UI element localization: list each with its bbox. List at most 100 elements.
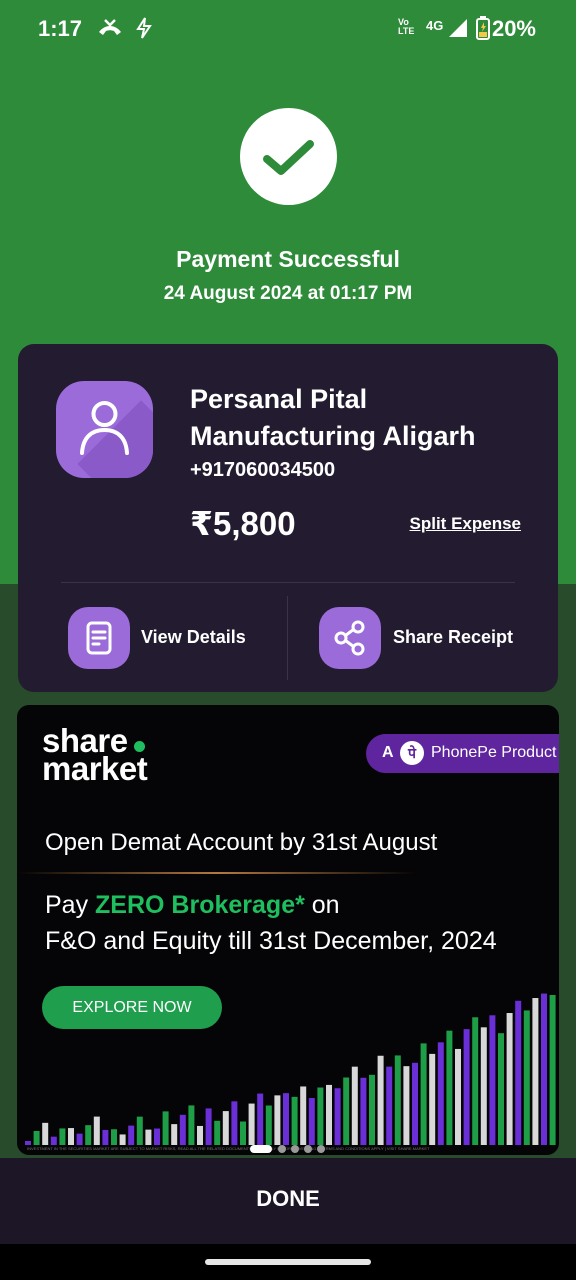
decorative-bar [317, 1087, 324, 1145]
explore-now-button[interactable]: EXPLORE NOW [42, 986, 222, 1029]
checkmark-icon [263, 140, 314, 175]
missed-call-icon [99, 19, 121, 35]
decorative-bar [420, 1043, 427, 1145]
decorative-bar [394, 1055, 401, 1145]
promo-banner[interactable]: share market A पे PhonePe Product Open D… [17, 705, 559, 1155]
decorative-bar [214, 1120, 221, 1145]
disclaimer-text: INVESTMENT IN THE SECURITIES MARKET ARE … [27, 1146, 430, 1151]
decorative-bar [274, 1095, 281, 1145]
share-receipt-button[interactable] [319, 607, 381, 669]
decorative-bar [119, 1134, 126, 1145]
success-check-badge [240, 108, 337, 205]
decorative-bar [222, 1111, 229, 1145]
decorative-bar [59, 1128, 66, 1145]
decorative-bar [265, 1105, 272, 1145]
decorative-bar [498, 1033, 504, 1145]
promo-offer-detail: F&O and Equity till 31st December, 2024 [45, 927, 497, 955]
share-market-logo: share market [42, 722, 148, 787]
phonepe-product-badge: A पे PhonePe Product [366, 734, 559, 773]
card-divider [61, 582, 515, 583]
view-details-label[interactable]: View Details [141, 627, 246, 648]
decorative-bar [68, 1128, 74, 1145]
decorative-bar [472, 1017, 479, 1145]
carousel-dot[interactable] [278, 1145, 286, 1153]
decorative-bar [33, 1130, 40, 1145]
decorative-bar [154, 1128, 160, 1145]
network-type: 4G [426, 18, 444, 33]
done-button[interactable]: DONE [0, 1186, 576, 1212]
decorative-bar [42, 1122, 49, 1145]
home-handle[interactable] [205, 1259, 371, 1265]
view-details-button[interactable] [68, 607, 130, 669]
badge-text: PhonePe Product [431, 744, 557, 761]
volte-indicator: Vo LTE [398, 17, 415, 36]
battery-icon [476, 16, 490, 40]
decorative-bar [257, 1093, 264, 1145]
decorative-bar [386, 1066, 393, 1145]
decorative-bar [136, 1116, 143, 1145]
decorative-bar [171, 1124, 178, 1145]
decorative-bar [515, 1000, 522, 1145]
decorative-bar [446, 1030, 453, 1145]
phonepe-logo-icon: पे [400, 741, 424, 765]
decorative-bar [377, 1055, 384, 1145]
decorative-bar [429, 1053, 436, 1145]
document-icon [86, 621, 112, 655]
decorative-bar [111, 1129, 117, 1145]
split-expense-link[interactable]: Split Expense [410, 514, 521, 534]
badge-prefix: A [382, 744, 394, 761]
decorative-bar [128, 1125, 135, 1145]
share-receipt-label[interactable]: Share Receipt [393, 627, 513, 648]
status-bar: 1:17 Vo LTE 4G 20% [0, 0, 576, 58]
decorative-bar [463, 1029, 470, 1145]
decorative-bar [205, 1108, 212, 1145]
decorative-bar [489, 1015, 496, 1145]
decorative-bar [179, 1114, 186, 1145]
decorative-bar [197, 1125, 203, 1145]
promo-offer: Pay ZERO Brokerage* on [45, 891, 340, 919]
carousel-dot[interactable] [291, 1145, 299, 1153]
decorative-bar [300, 1086, 307, 1145]
promo-headline: Open Demat Account by 31st August [45, 829, 438, 856]
payee-card: Persanal Pital Manufacturing Aligarh +91… [18, 344, 558, 692]
decorative-bar [480, 1027, 487, 1145]
zero-brokerage-highlight: ZERO Brokerage* [95, 891, 305, 919]
decorative-bar [334, 1088, 341, 1145]
decorative-bar [248, 1103, 255, 1145]
avatar [56, 381, 153, 478]
share-icon [334, 620, 365, 656]
battery-percentage: 20% [491, 16, 536, 41]
decorative-bar [283, 1093, 289, 1145]
person-icon [80, 401, 129, 455]
decorative-bar [360, 1077, 367, 1145]
carousel-dot[interactable] [250, 1145, 272, 1153]
signal-icon [449, 19, 467, 37]
decorative-bar [93, 1116, 100, 1145]
carousel-dot[interactable] [304, 1145, 312, 1153]
payee-name: Persanal Pital Manufacturing Aligarh [190, 384, 476, 451]
payee-phone: +917060034500 [190, 459, 336, 481]
decorative-bar [76, 1133, 83, 1145]
decorative-bar [188, 1105, 195, 1145]
decorative-bar [351, 1066, 358, 1145]
decorative-bar [532, 998, 539, 1145]
payment-datetime: 24 August 2024 at 01:17 PM [163, 283, 413, 304]
decorative-bar [231, 1101, 238, 1145]
decorative-bar [102, 1129, 109, 1145]
actions-divider [287, 596, 288, 680]
decorative-bar [291, 1096, 298, 1145]
decorative-bar [50, 1136, 57, 1145]
decorative-bar [523, 1010, 530, 1145]
decorative-bar [240, 1121, 246, 1145]
decorative-bar [541, 993, 547, 1145]
decorative-bar [437, 1042, 444, 1145]
carousel-dot[interactable] [317, 1145, 325, 1153]
decorative-bar [549, 995, 556, 1145]
decorative-bar [25, 1141, 31, 1145]
decorative-bar [412, 1062, 418, 1145]
decorative-bar [403, 1066, 410, 1145]
decorative-bar [343, 1077, 350, 1145]
decorative-bar [308, 1098, 315, 1145]
decorative-bar [506, 1013, 513, 1145]
status-time: 1:17 [38, 16, 83, 41]
